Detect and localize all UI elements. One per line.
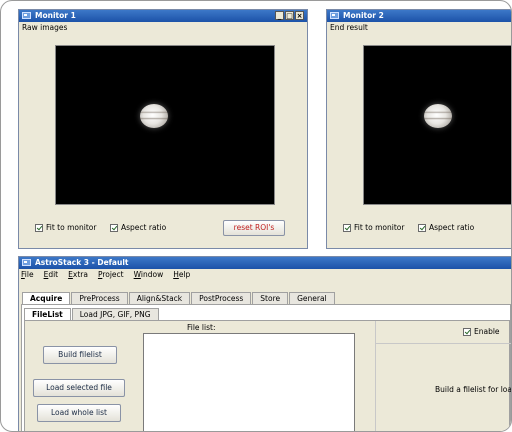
checkbox-checked-icon [463, 327, 471, 336]
checkbox-checked-icon [35, 223, 43, 232]
enable-label: Enable [474, 327, 500, 336]
close-button[interactable]: × [295, 11, 304, 20]
aspect-ratio-checkbox[interactable]: Aspect ratio [418, 223, 474, 232]
fit-to-monitor-checkbox[interactable]: Fit to monitor [35, 223, 96, 232]
monitor-1-window: Monitor 1 _ □ × Raw images Fit to monito… [18, 9, 308, 249]
monitor-2-title: Monitor 2 [343, 11, 384, 20]
fit-to-monitor-checkbox[interactable]: Fit to monitor [343, 223, 404, 232]
monitor-1-titlebar[interactable]: Monitor 1 _ □ × [19, 10, 307, 22]
aspect-ratio-label: Aspect ratio [429, 223, 475, 232]
minimize-button[interactable]: _ [275, 11, 284, 20]
checkbox-checked-icon [343, 223, 351, 232]
filelist-hint: Build a filelist for loa [435, 385, 512, 394]
monitor-2-caption: End result [330, 23, 368, 32]
checkbox-checked-icon [110, 223, 118, 232]
maximize-button[interactable]: □ [285, 11, 294, 20]
fit-to-monitor-label: Fit to monitor [46, 223, 97, 232]
subtab-load-images[interactable]: Load JPG, GIF, PNG [71, 308, 159, 320]
reset-rois-button[interactable]: reset ROI's [223, 220, 285, 236]
menu-project[interactable]: Project [98, 270, 124, 279]
load-selected-file-button[interactable]: Load selected file [33, 379, 125, 397]
jupiter-image [140, 104, 168, 128]
result-image-viewport[interactable] [363, 45, 511, 205]
menu-bar: File Edit Extra Project Window Help [21, 270, 190, 279]
tab-align-stack[interactable]: Align&Stack [128, 292, 191, 304]
filelist-panel: File list: Build filelist Load selected … [24, 320, 512, 431]
monitor-1-title: Monitor 1 [35, 11, 76, 20]
main-title: AstroStack 3 - Default [35, 258, 129, 267]
main-titlebar[interactable]: AstroStack 3 - Default [19, 257, 511, 269]
window-icon [330, 12, 339, 19]
window-icon [22, 12, 31, 19]
monitor-2-titlebar[interactable]: Monitor 2 [327, 10, 511, 22]
acquire-panel: FileList Load JPG, GIF, PNG File list: B… [21, 304, 512, 431]
jupiter-image [424, 104, 452, 128]
tab-preprocess[interactable]: PreProcess [71, 292, 128, 304]
enable-checkbox[interactable]: Enable [463, 327, 500, 336]
window-icon [22, 259, 31, 266]
menu-window[interactable]: Window [134, 270, 164, 279]
load-whole-list-button[interactable]: Load whole list [37, 404, 121, 422]
menu-extra[interactable]: Extra [68, 270, 88, 279]
tab-general[interactable]: General [289, 292, 335, 304]
file-list-box[interactable] [143, 333, 355, 431]
menu-help[interactable]: Help [173, 270, 190, 279]
build-filelist-button[interactable]: Build filelist [43, 346, 117, 364]
menu-edit[interactable]: Edit [44, 270, 59, 279]
monitor-1-caption: Raw images [22, 23, 68, 32]
astrostack-main-window: AstroStack 3 - Default File Edit Extra P… [18, 256, 512, 431]
tab-store[interactable]: Store [252, 292, 289, 304]
window-controls: _ □ × [275, 11, 304, 20]
aspect-ratio-label: Aspect ratio [121, 223, 167, 232]
checkbox-checked-icon [418, 223, 426, 232]
menu-file[interactable]: File [21, 270, 34, 279]
fit-to-monitor-label: Fit to monitor [354, 223, 405, 232]
aspect-ratio-checkbox[interactable]: Aspect ratio [110, 223, 166, 232]
tab-postprocess[interactable]: PostProcess [191, 292, 252, 304]
screenshot-frame: Monitor 1 _ □ × Raw images Fit to monito… [0, 0, 512, 432]
right-panel-divider [375, 321, 376, 431]
raw-image-viewport[interactable] [55, 45, 275, 205]
file-list-label: File list: [187, 323, 216, 332]
right-panel-header-line [375, 343, 511, 344]
monitor-2-window: Monitor 2 End result Fit to monitor Aspe… [326, 9, 511, 249]
